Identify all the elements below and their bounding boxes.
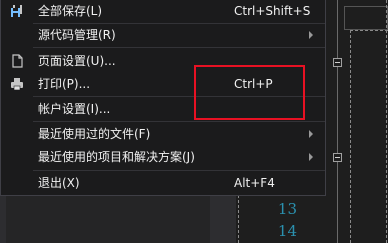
outline-guide-3	[337, 162, 338, 243]
menu-item-label: 源代码管理(R)	[38, 28, 116, 42]
submenu-arrow-icon	[309, 31, 313, 39]
menu-item-exit[interactable]: 退出(X) Alt+F4	[1, 172, 325, 194]
outline-dashed-top	[350, 30, 388, 31]
menu-separator	[33, 170, 325, 171]
page-setup-icon	[12, 54, 23, 68]
menu-item-label: 打印(P)...	[38, 77, 91, 91]
submenu-arrow-icon	[309, 130, 313, 138]
line-number: 14	[277, 222, 297, 240]
collapse-toggle-icon[interactable]	[333, 58, 342, 67]
menu-item-shortcut: Ctrl+Shift+S	[234, 4, 311, 18]
menu-separator	[33, 47, 325, 48]
panel-splitter[interactable]	[210, 196, 236, 243]
menu-item-label: 全部保存(L)	[38, 4, 103, 18]
outline-guide-2	[337, 67, 338, 153]
print-shortcut-highlight-box	[194, 65, 305, 120]
collapse-toggle-icon[interactable]	[333, 153, 342, 162]
menu-item-recent-files[interactable]: 最近使用过的文件(F)	[1, 123, 325, 145]
save-all-icon	[11, 5, 22, 17]
outline-guide-dashed-inner	[350, 30, 351, 243]
submenu-arrow-icon	[309, 153, 313, 161]
outline-guide-1	[337, 0, 338, 58]
menu-item-label: 最近使用的项目和解决方案(J)	[38, 150, 195, 164]
menu-item-shortcut: Alt+F4	[234, 176, 275, 190]
line-number-gutter: 13 14	[267, 198, 297, 242]
visual-studio-window: 13 14 全部保存(L) Ctrl+Shift+S 源代码管理(R) 页面设置…	[0, 0, 388, 243]
menu-item-label: 退出(X)	[38, 176, 80, 190]
solution-panel-background	[6, 196, 210, 243]
menu-separator	[33, 121, 325, 122]
menu-item-recent-projects[interactable]: 最近使用的项目和解决方案(J)	[1, 146, 325, 168]
editor-outline-region	[344, 6, 388, 30]
menu-item-label: 页面设置(U)...	[38, 54, 116, 68]
menu-item-source-control[interactable]: 源代码管理(R)	[1, 24, 325, 46]
menu-item-label: 最近使用过的文件(F)	[38, 127, 151, 141]
outline-guide-dashed-right	[386, 0, 387, 243]
print-icon	[11, 78, 23, 91]
menu-item-save-all[interactable]: 全部保存(L) Ctrl+Shift+S	[1, 0, 325, 22]
line-number: 13	[277, 200, 297, 218]
menu-item-label: 帐户设置(I)...	[38, 102, 111, 116]
